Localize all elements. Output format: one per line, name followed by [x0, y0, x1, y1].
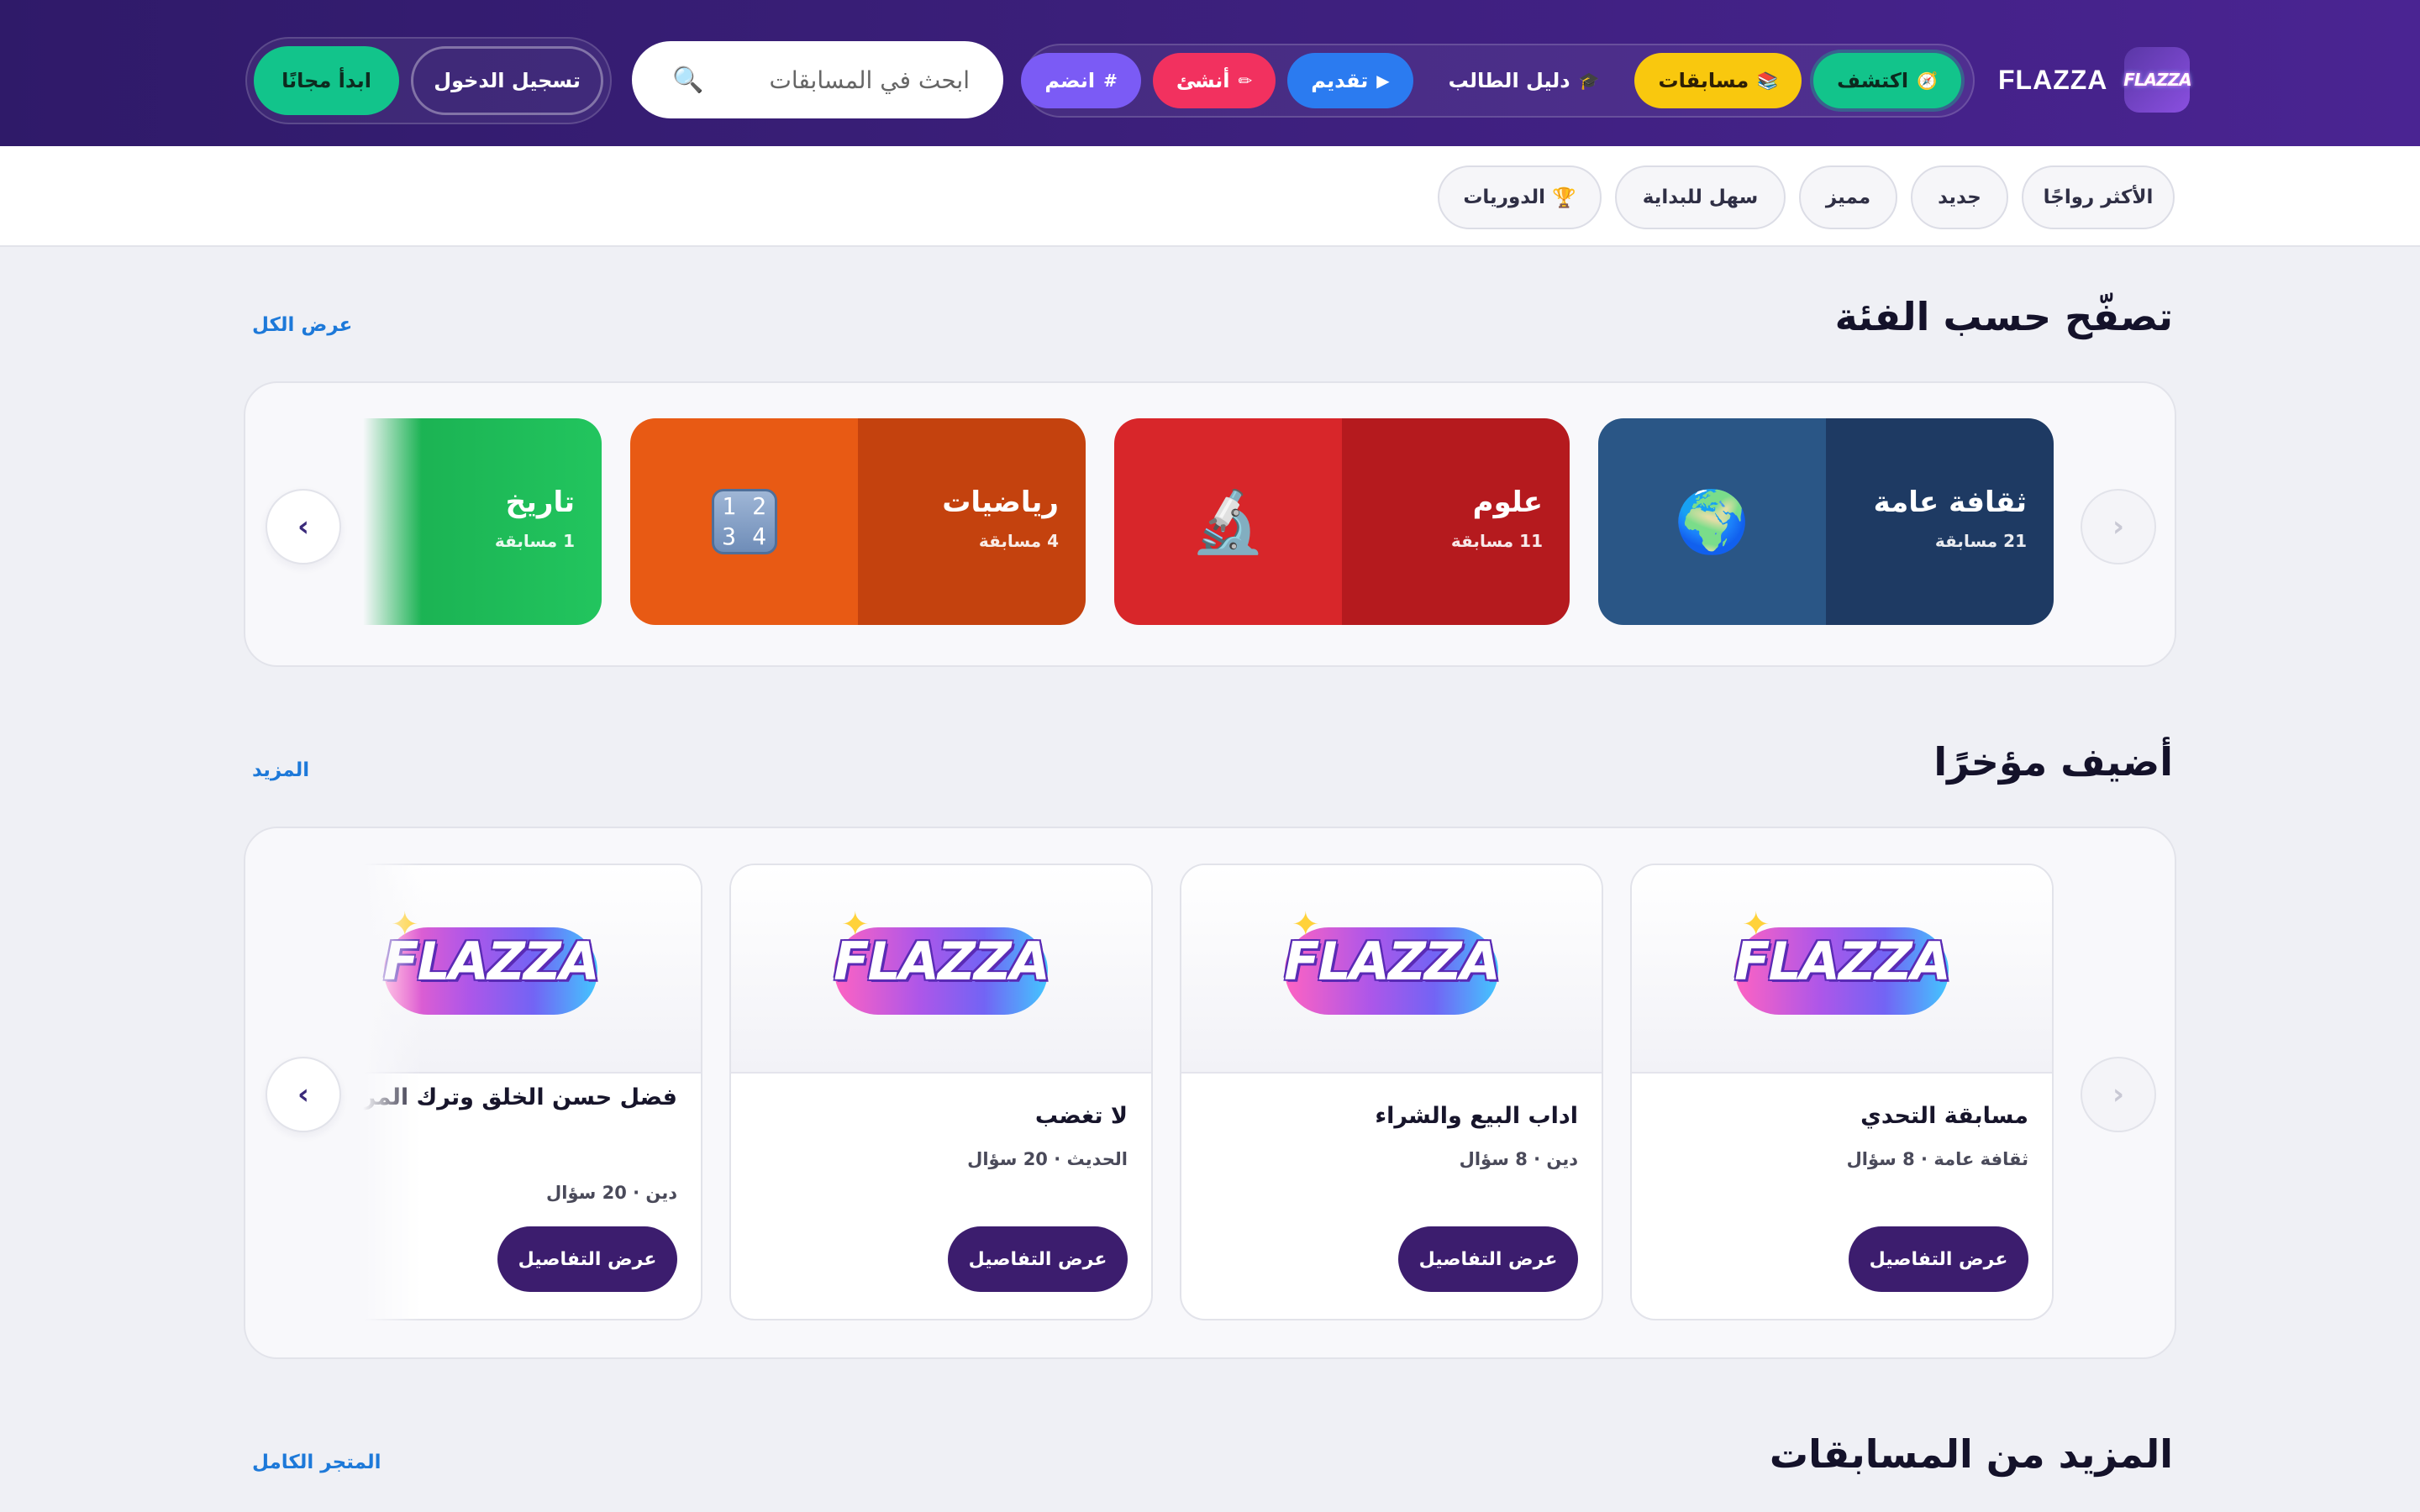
nav-student-guide[interactable]: 🎓 دليل الطالب [1425, 53, 1623, 108]
category-card-math[interactable]: رياضيات 4 مسابقة 1234 [630, 418, 1086, 625]
filter-chip-featured[interactable]: مميز [1799, 165, 1897, 229]
quiz-thumbnail: ✦ FLAZZA [1181, 865, 1602, 1074]
carousel-next-button[interactable]: ‹ [266, 489, 341, 564]
quiz-meta: ثقافة عامة · 8 سؤال [1846, 1149, 2028, 1169]
quiz-card[interactable]: ✦ FLAZZA مسابقة التحدي ثقافة عامة · 8 سؤ… [1630, 864, 2054, 1320]
view-details-button[interactable]: عرض التفاصيل [1849, 1226, 2028, 1292]
quiz-card[interactable]: ✦ FLAZZA فضل حسن الخلق وترك المراء دين ·… [363, 864, 702, 1320]
flazza-logo-icon: ✦ FLAZZA [1728, 906, 1955, 1032]
view-details-button[interactable]: عرض التفاصيل [497, 1226, 677, 1292]
search-input[interactable] [703, 65, 971, 95]
quiz-thumbnail: ✦ FLAZZA [1632, 865, 2052, 1074]
numbers-icon: 1234 [711, 489, 777, 554]
microscope-icon: 🔬 [1190, 486, 1266, 557]
nav-explore[interactable]: 🧭 اكتشف [1813, 53, 1961, 108]
top-header: FLAZZA FLAZZA 🧭 اكتشف 📚 مسابقات 🎓 دليل ا… [0, 0, 2420, 146]
view-details-button[interactable]: عرض التفاصيل [948, 1226, 1128, 1292]
recent-carousel: › ‹ ✦ FLAZZA مسابقة التحدي ثقافة عامة · … [244, 827, 2176, 1359]
quiz-title: مسابقة التحدي [1860, 1103, 2028, 1129]
category-name: ثقافة عامة [1873, 486, 2027, 519]
category-count: 21 مسابقة [1934, 531, 2027, 551]
category-count: 11 مسابقة [1450, 531, 1543, 551]
quiz-card[interactable]: ✦ FLAZZA لا تغضب الحديث · 20 سؤال عرض ال… [729, 864, 1153, 1320]
pencil-icon: ✏ [1238, 71, 1253, 91]
view-all-link[interactable]: عرض الكل [252, 314, 352, 336]
main-nav: 🧭 اكتشف 📚 مسابقات 🎓 دليل الطالب ▶ تقديم … [1021, 44, 1975, 118]
quiz-title: اداب البيع والشراء [1375, 1103, 1578, 1129]
quiz-card[interactable]: ✦ FLAZZA اداب البيع والشراء دين · 8 سؤال… [1180, 864, 1603, 1320]
category-name: تاريخ [505, 486, 575, 519]
view-details-button[interactable]: عرض التفاصيل [1398, 1226, 1578, 1292]
category-card-science[interactable]: علوم 11 مسابقة 🔬 [1114, 418, 1570, 625]
search-icon[interactable]: 🔍 [672, 66, 703, 95]
nav-create[interactable]: ✏ أنشئ [1152, 53, 1276, 108]
quiz-meta: دين · 8 سؤال [1459, 1149, 1578, 1169]
brand-name: FLAZZA [1998, 64, 2108, 95]
filter-chip-trending[interactable]: الأكثر رواجًا [2022, 165, 2175, 229]
recent-title: أضيف مؤخرًا [1933, 739, 2173, 785]
nav-submit[interactable]: ▶ تقديم [1287, 53, 1413, 108]
auth-group: ابدأ مجانًا تسجيل الدخول [245, 37, 612, 124]
quiz-thumbnail: ✦ FLAZZA [731, 865, 1151, 1074]
more-quizzes-title: المزيد من المسابقات [1769, 1431, 2173, 1477]
category-count: 1 مسابقة [494, 531, 575, 551]
recent-next-button[interactable]: ‹ [266, 1057, 341, 1132]
more-link[interactable]: المزيد [252, 759, 309, 781]
nav-quizzes[interactable]: 📚 مسابقات [1634, 53, 1802, 108]
recent-track: ✦ FLAZZA مسابقة التحدي ثقافة عامة · 8 سؤ… [363, 864, 2054, 1324]
category-name: رياضيات [942, 486, 1059, 519]
category-count: 4 مسابقة [978, 531, 1059, 551]
trophy-icon: 🏆 [1552, 186, 1576, 209]
filter-chip-easy[interactable]: سهل للبداية [1615, 165, 1786, 229]
filter-chip-leagues[interactable]: 🏆 الدوريات [1438, 165, 1602, 229]
quiz-title: لا تغضب [1034, 1103, 1128, 1129]
hash-icon: # [1103, 71, 1118, 91]
flazza-logo-icon: ✦ FLAZZA [377, 906, 604, 1032]
play-icon: ▶ [1376, 71, 1390, 91]
carousel-prev-button[interactable]: › [2081, 489, 2156, 564]
quiz-meta: دين · 20 سؤال [546, 1183, 677, 1203]
quiz-title: فضل حسن الخلق وترك المراء [363, 1084, 677, 1110]
compass-icon: 🧭 [1917, 71, 1938, 91]
flazza-logo-icon: ✦ FLAZZA [1278, 906, 1505, 1032]
category-card-history[interactable]: تاريخ 1 مسابقة [363, 418, 602, 625]
globe-icon: 🌍 [1674, 486, 1750, 557]
category-card-general[interactable]: ثقافة عامة 21 مسابقة 🌍 [1598, 418, 2054, 625]
flazza-logo-icon: ✦ FLAZZA [828, 906, 1055, 1032]
quiz-thumbnail: ✦ FLAZZA [363, 865, 701, 1074]
category-card-general-text-half: ثقافة عامة 21 مسابقة [1826, 418, 2054, 625]
category-name: علوم [1472, 486, 1543, 519]
categories-track: ثقافة عامة 21 مسابقة 🌍 علوم 11 مسابقة 🔬 [363, 418, 2054, 638]
search-box: 🔍 [632, 41, 1003, 118]
nav-join[interactable]: # انضم [1021, 53, 1141, 108]
books-icon: 📚 [1757, 71, 1779, 91]
categories-title: تصفّح حسب الفئة [1834, 294, 2173, 339]
brand-logo-icon: FLAZZA [2123, 47, 2192, 113]
brand[interactable]: FLAZZA FLAZZA [1998, 47, 2192, 113]
quiz-meta: الحديث · 20 سؤال [967, 1149, 1128, 1169]
filter-chip-new[interactable]: جديد [1911, 165, 2008, 229]
filter-bar: الأكثر رواجًا جديد مميز سهل للبداية 🏆 ال… [0, 146, 2420, 247]
full-store-link[interactable]: المتجر الكامل [252, 1452, 381, 1473]
recent-prev-button[interactable]: › [2081, 1057, 2156, 1132]
login-button[interactable]: تسجيل الدخول [411, 46, 603, 115]
categories-carousel: › ‹ ثقافة عامة 21 مسابقة 🌍 علوم 11 مسابق… [244, 381, 2176, 667]
graduation-cap-icon: 🎓 [1578, 71, 1600, 91]
start-free-button[interactable]: ابدأ مجانًا [254, 46, 400, 115]
